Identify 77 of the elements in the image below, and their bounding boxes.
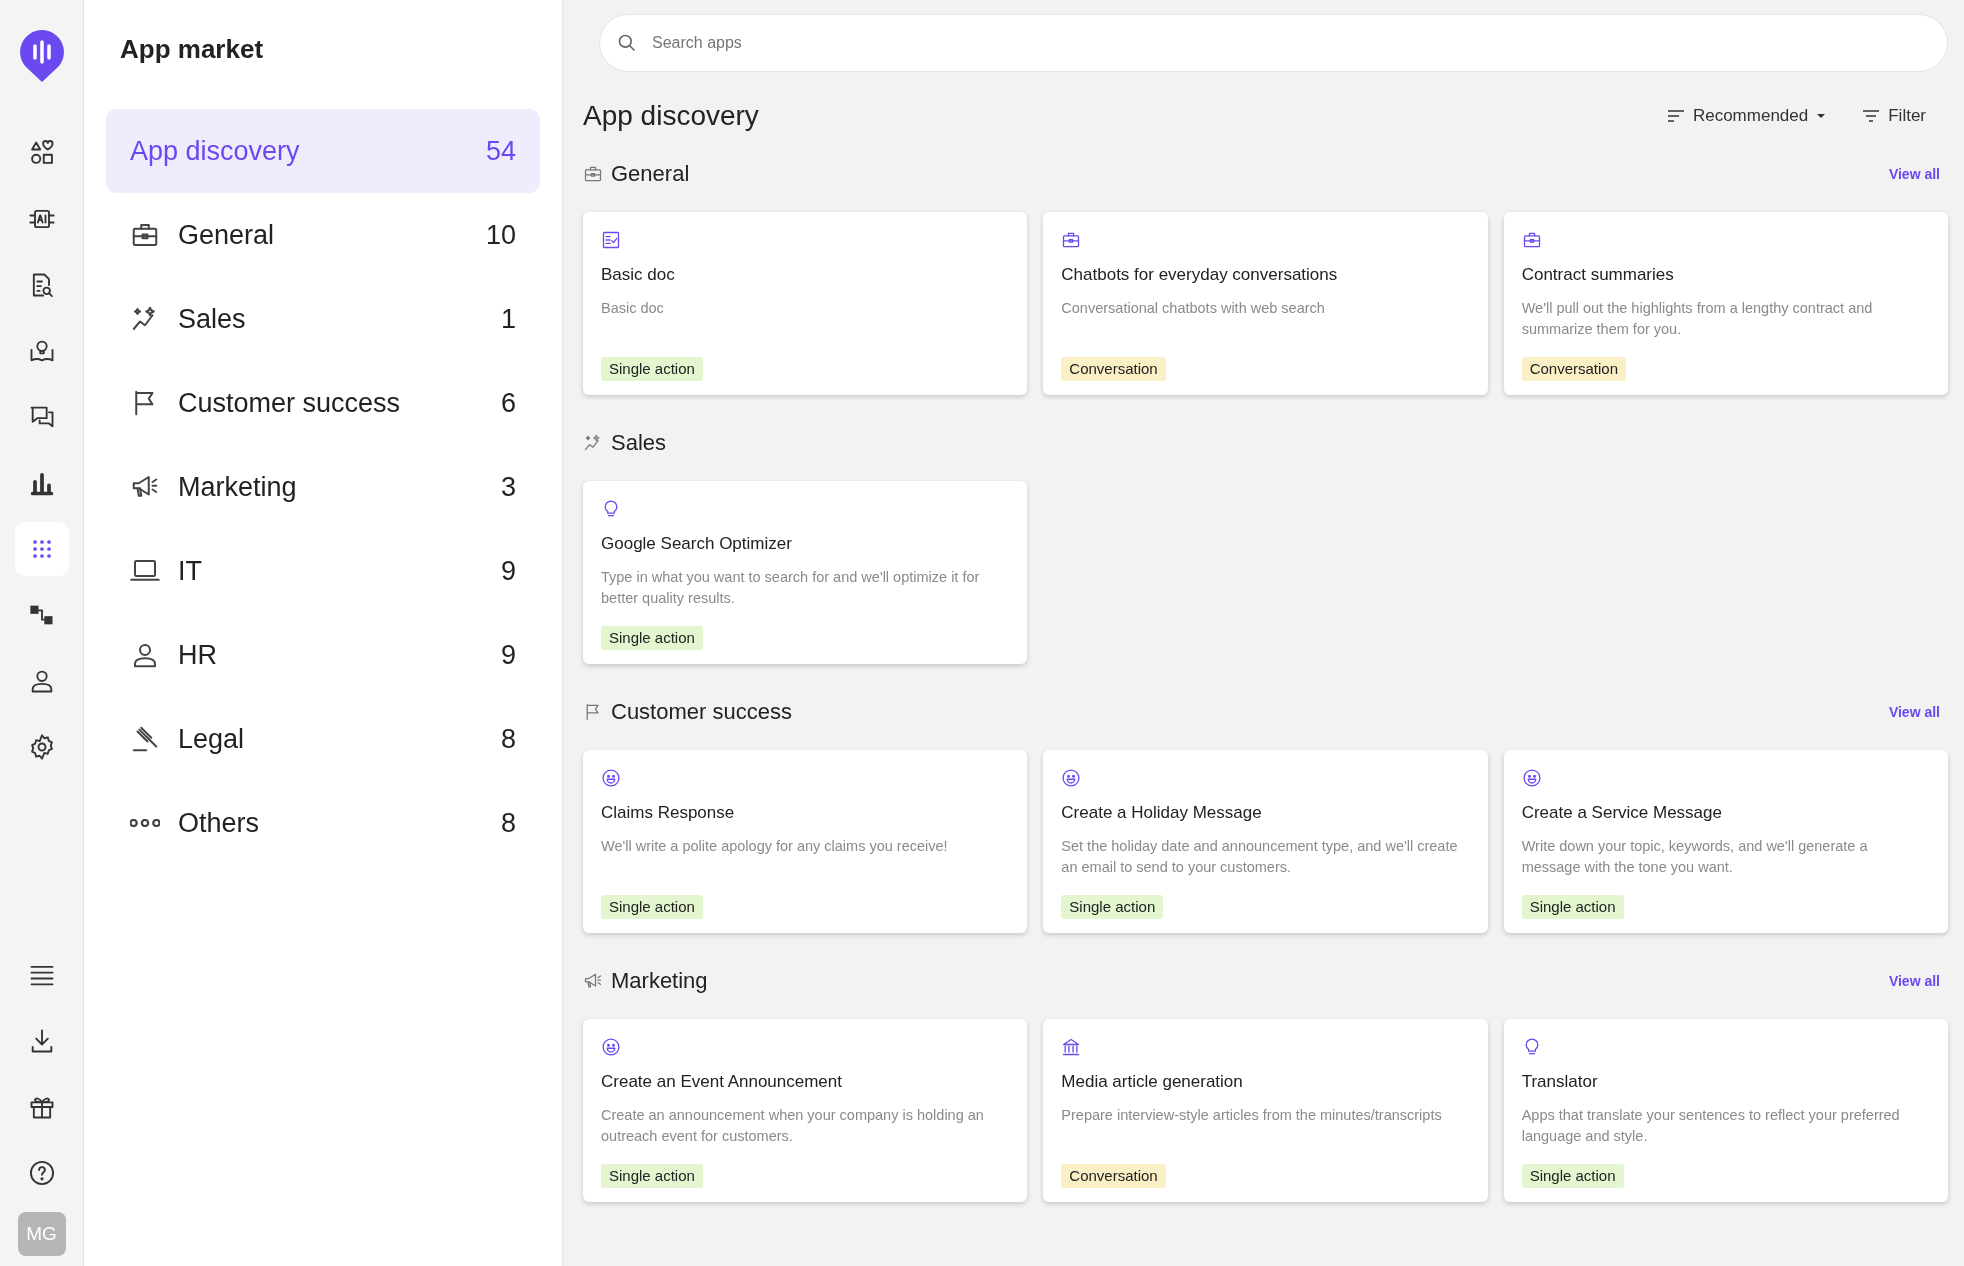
smiley-icon [1521,768,1542,788]
app-tag: Single action [601,625,703,650]
search-icon [617,33,637,53]
app-tag: Conversation [1061,356,1166,381]
app-title: Claims Response [601,802,736,824]
app-description: Set the holiday date and announcement type, and we'll create an email to send to your customers. [1061,836,1459,877]
sort-dropdown[interactable]: Recommended [1660,102,1833,130]
caret-icon [1816,113,1827,119]
filter-icon [1862,109,1881,123]
app-card[interactable]: Create a Service Message Write down your topic, keywords, and we'll generate a message with the tone you want. Single action [1503,750,1948,933]
app-tag: Single action [601,356,703,381]
category-item[interactable]: Customer success 6 [106,361,540,446]
app-tag: Single action [1061,894,1164,919]
briefcase-icon [583,164,603,184]
app-title: Chatbots for everyday conversations [1061,264,1339,286]
help-icon [27,1159,56,1187]
category-item[interactable]: IT 9 [106,529,540,614]
section-title: General [611,160,691,188]
view-all-link[interactable]: View all [1888,970,1940,992]
checklist-icon [601,230,621,250]
app-title: Translator [1521,1071,1599,1093]
app-tag: Conversation [1061,1163,1166,1188]
logo-icon[interactable] [17,28,66,84]
app-card[interactable]: Claims Response We'll write a polite apology for any claims you receive! Single action [583,750,1028,933]
app-title: Media article generation [1061,1071,1244,1093]
dots-icon [130,819,160,828]
smiley-icon [601,1037,621,1057]
briefcase-icon [1521,230,1542,250]
section-title: Customer success [611,698,793,726]
category-item[interactable]: App discovery 54 [106,109,540,194]
app-card[interactable]: Create an Event Announcement Create an announcement when your company is holding an outreach event for customers. Single action [583,1019,1028,1202]
app-description: Type in what you want to search for and we'll optimize it for better quality results. [601,567,981,608]
category-item[interactable]: General 10 [106,193,540,278]
briefcase-icon [1061,230,1082,250]
panel-title: App market [120,34,265,66]
search-field[interactable]: Search apps [599,14,1948,72]
app-description: Conversational chatbots with web search [1061,298,1326,318]
view-all-link[interactable]: View all [1888,701,1940,723]
app-card[interactable]: Contract summaries We'll pull out the highlights from a lengthy contract and summarize them for you. Conversation [1503,212,1948,395]
app-title: Create an Event Announcement [601,1071,843,1093]
app-title: Create a Holiday Message [1061,802,1263,824]
app-tag: Single action [1521,894,1624,919]
category-item[interactable]: Marketing 3 [106,445,540,530]
app-card[interactable]: Basic doc Basic doc Single action [583,212,1028,395]
bank-icon [1061,1037,1082,1057]
app-description: Prepare interview-style articles from the minutes/transcripts [1061,1105,1443,1125]
page-title: App discovery [583,99,760,133]
app-tag: Conversation [1521,356,1627,381]
app-description: We'll write a polite apology for any claims you receive! [601,836,949,856]
app-description: Create an announcement when your company is holding an outreach event for customers. [601,1105,985,1146]
app-card[interactable]: Create a Holiday Message Set the holiday date and announcement type, and we'll create an email to send to your customers. Single action [1043,750,1488,933]
app-tag: Single action [1521,1163,1624,1188]
category-item[interactable]: Others 8 [106,781,540,866]
filter-button[interactable]: Filter [1856,102,1932,130]
app-title: Google Search Optimizer [601,533,793,555]
smiley-icon [1061,768,1082,788]
app-tag: Single action [601,894,703,919]
app-card[interactable]: Translator Apps that translate your sentences to reflect your preferred language and style. Single action [1503,1019,1948,1202]
smiley-icon [601,768,621,788]
category-item[interactable]: Sales 1 [106,277,540,362]
category-item[interactable]: Legal 8 [106,697,540,782]
app-card[interactable]: Media article generation Prepare interview-style articles from the minutes/transcripts Conversation [1043,1019,1488,1202]
app-description: Basic doc [601,298,665,318]
app-card[interactable]: Chatbots for everyday conversations Conversational chatbots with web search Conversation [1043,212,1488,395]
section-title: Marketing [611,967,709,995]
app-title: Create a Service Message [1521,802,1723,824]
app-description: Apps that translate your sentences to reflect your preferred language and style. [1521,1105,1901,1146]
app-description: We'll pull out the highlights from a lengthy contract and summarize them for you. [1521,298,1874,339]
app-description: Write down your topic, keywords, and we'll generate a message with the tone you want. [1521,836,1869,877]
sort-icon [1666,109,1685,123]
app-title: Contract summaries [1521,264,1675,286]
app-tag: Single action [601,1163,703,1188]
category-item[interactable]: HR 9 [106,613,540,698]
app-title: Basic doc [601,264,676,286]
view-all-link[interactable]: View all [1888,163,1940,185]
app-card[interactable]: Google Search Optimizer Type in what you want to search for and we'll optimize it for better quality results. Single action [583,481,1028,664]
section-title: Sales [611,429,668,457]
